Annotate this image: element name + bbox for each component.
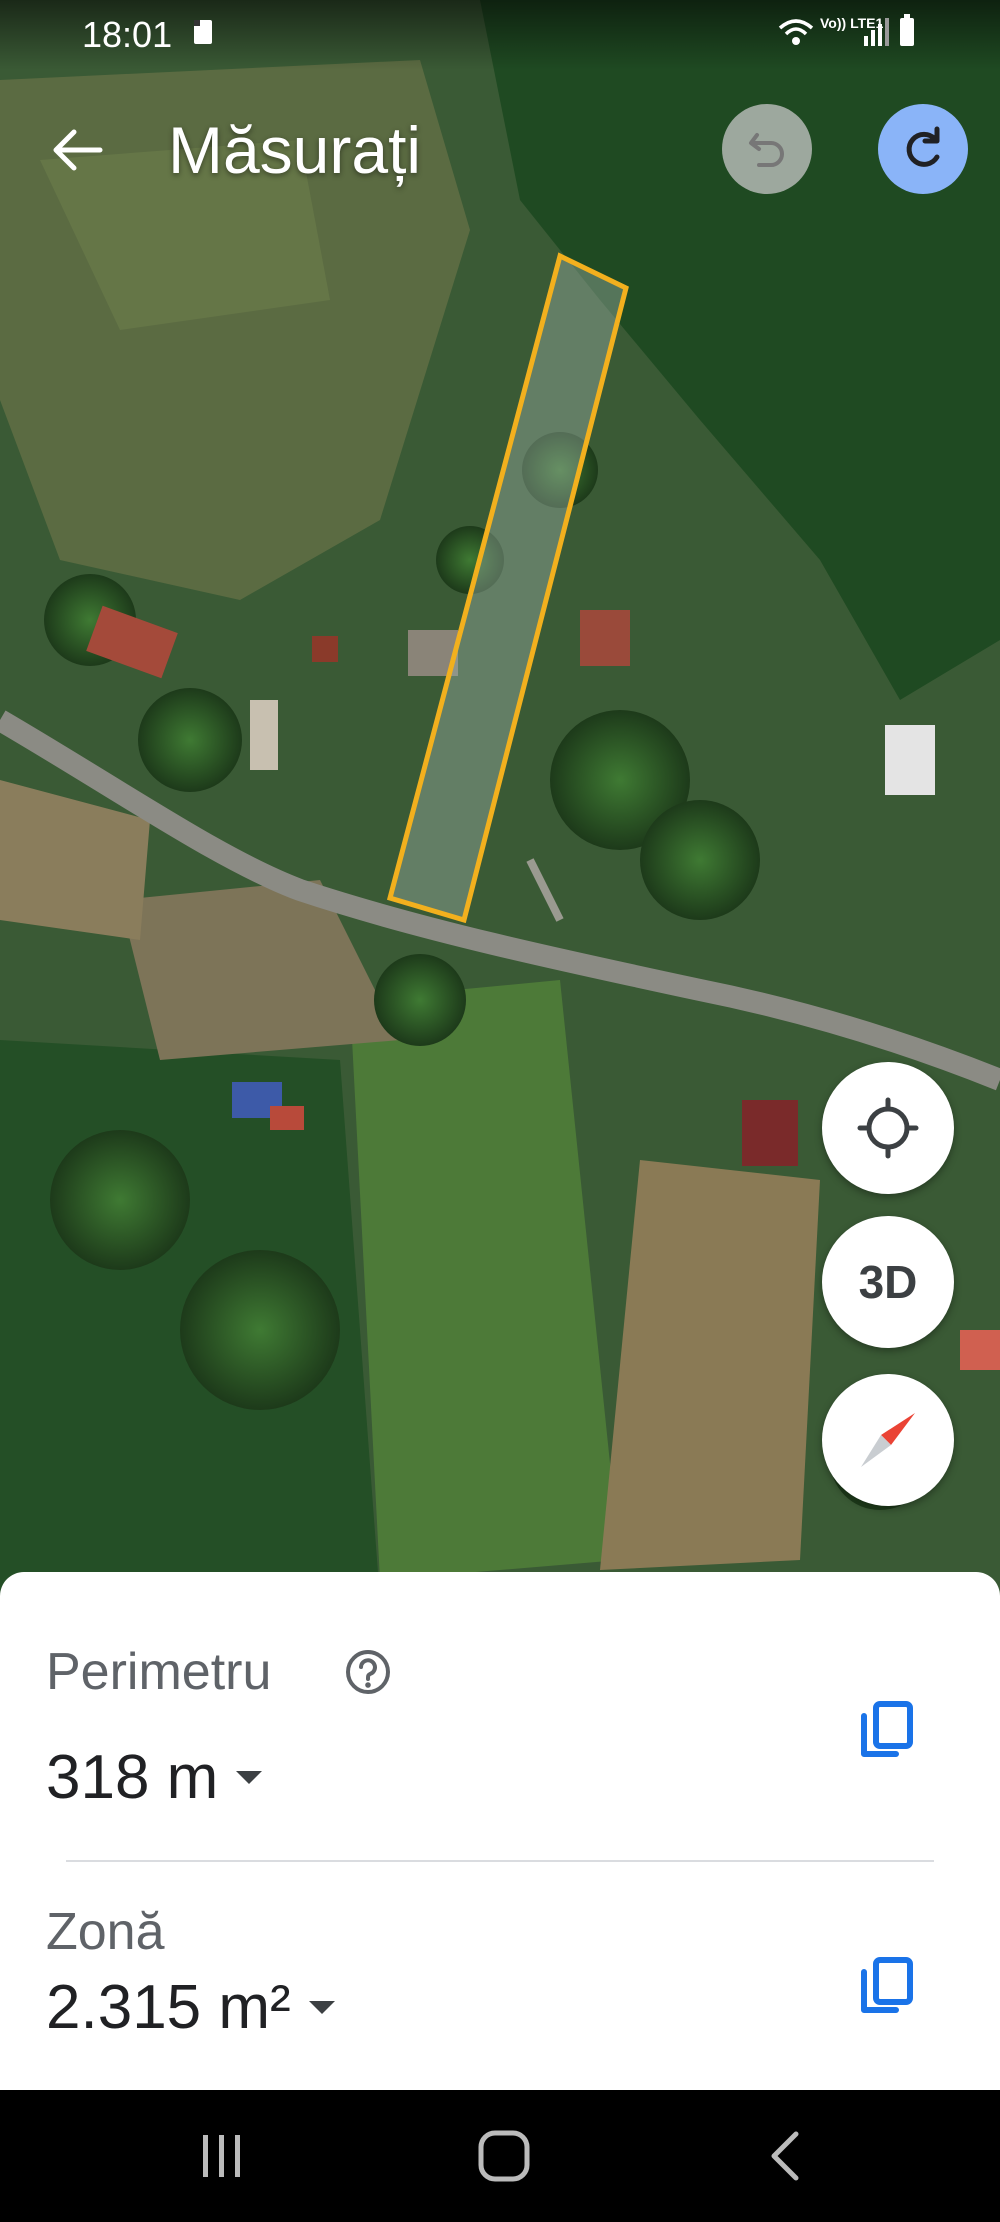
area-dropdown[interactable]: 2.315 m² [46, 1972, 335, 2043]
undo-icon [749, 133, 784, 167]
compass-button[interactable] [822, 1374, 954, 1506]
perimeter-value: 318 m [46, 1743, 219, 1812]
page-title: Măsurați [168, 113, 422, 187]
compass-icon [861, 1413, 915, 1467]
home-button[interactable] [454, 2110, 554, 2202]
back-arrow-icon [53, 129, 103, 171]
copy-icon [861, 1957, 913, 2013]
satellite-map[interactable] [0, 0, 1000, 1600]
recents-button[interactable] [172, 2110, 272, 2202]
wifi-icon [778, 16, 814, 53]
system-back-button[interactable] [736, 2110, 836, 2202]
map-imagery [0, 0, 1000, 1600]
divider [66, 1860, 934, 1862]
copy-icon [861, 1701, 913, 1757]
undo-button[interactable] [722, 104, 812, 194]
my-location-icon [857, 1097, 919, 1159]
measurement-sheet: Perimetru 318 m Zonă 2.315 m² [0, 1572, 1000, 2090]
home-icon [478, 2130, 530, 2182]
status-time: 18:01 [82, 14, 173, 55]
area-value: 2.315 m² [46, 1973, 291, 2042]
my-location-button[interactable] [822, 1062, 954, 1194]
app-root: 18:01 Vo)) LTE1 Măsurați 3D Perimetru 31… [0, 0, 1000, 2222]
chevron-down-icon [236, 1771, 263, 1785]
copy-perimeter-button[interactable] [852, 1696, 920, 1764]
signal-icon [862, 16, 892, 51]
back-button[interactable] [40, 112, 116, 188]
view-3d-label: 3D [858, 1256, 918, 1308]
perimeter-dropdown[interactable]: 318 m [46, 1742, 263, 1813]
nav-back-icon [771, 2131, 799, 2181]
chevron-down-icon [308, 2001, 335, 2015]
status-bar: 18:01 Vo)) LTE1 [0, 0, 1000, 70]
system-nav-bar [0, 2090, 1000, 2222]
copy-area-button[interactable] [852, 1952, 920, 2020]
view-3d-button[interactable]: 3D [822, 1216, 954, 1348]
redo-button[interactable] [878, 104, 968, 194]
perimeter-label: Perimetru [46, 1643, 272, 1701]
help-icon[interactable] [344, 1648, 392, 1701]
sd-card-icon [194, 20, 212, 44]
battery-icon [900, 14, 914, 46]
redo-icon [906, 126, 940, 167]
recents-icon [203, 2135, 240, 2177]
area-label: Zonă [46, 1903, 165, 1961]
